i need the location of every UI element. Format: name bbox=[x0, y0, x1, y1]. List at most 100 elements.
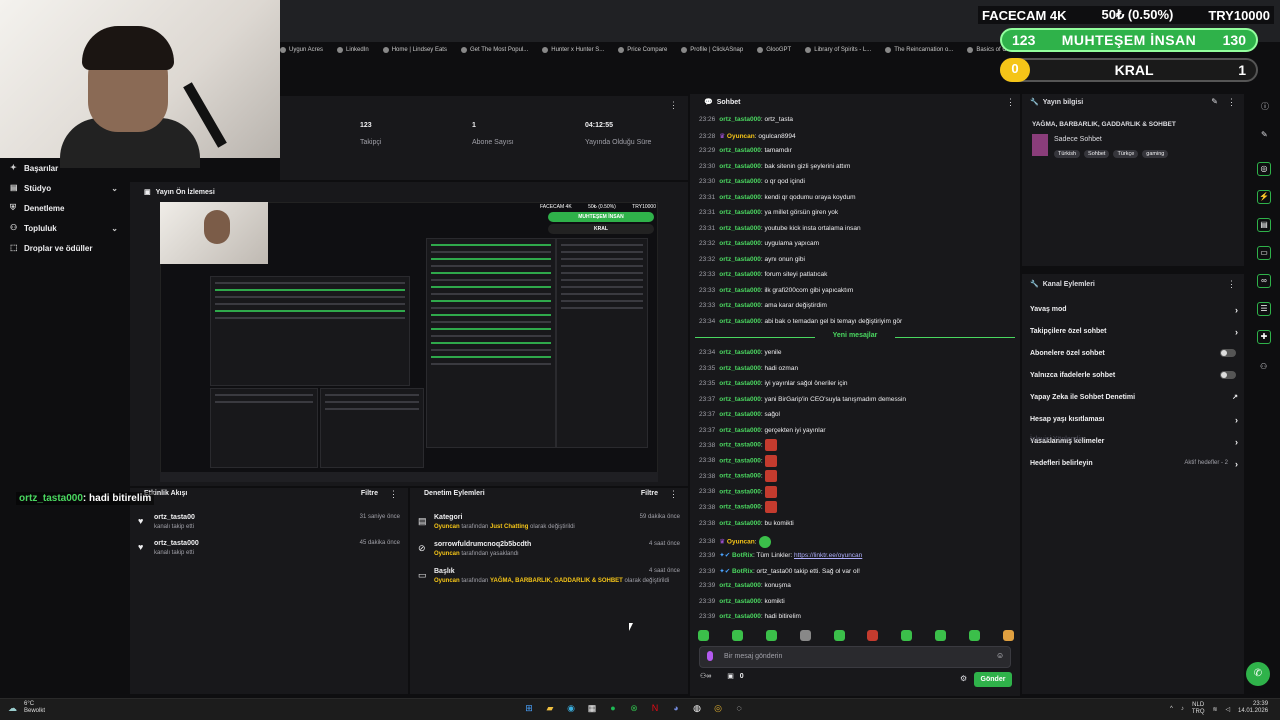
chat-username[interactable]: Oyuncan bbox=[727, 133, 755, 140]
bookmark-item[interactable]: Price Compare bbox=[618, 47, 667, 53]
channel-action-row[interactable]: Hedefleri belirleyin Aktif hedefler - 2 › bbox=[1030, 459, 1240, 469]
bookmark-item[interactable]: Home | Lindsey Eats bbox=[382, 47, 447, 53]
chat-username[interactable]: ortz_tasta000 bbox=[719, 473, 761, 480]
send-button[interactable]: Gönder bbox=[974, 672, 1012, 687]
start-icon[interactable]: ⊞ bbox=[522, 701, 536, 715]
mic-icon[interactable] bbox=[707, 651, 713, 661]
chat-username[interactable]: ortz_tasta000 bbox=[719, 396, 761, 403]
emote[interactable] bbox=[698, 630, 709, 641]
emote[interactable] bbox=[935, 630, 947, 641]
more-icon[interactable]: ⋮ bbox=[389, 489, 398, 500]
emote[interactable] bbox=[799, 630, 811, 641]
chat-username[interactable]: ortz_tasta000 bbox=[719, 271, 761, 278]
edit-icon[interactable]: ✎ bbox=[1211, 97, 1218, 106]
toggle-switch[interactable] bbox=[1220, 349, 1236, 357]
chat-username[interactable]: Oyuncan bbox=[727, 538, 755, 545]
channel-action-row[interactable]: Yapay Zeka ile Sohbet Denetimi ↗ bbox=[1030, 394, 1240, 401]
settings-icon[interactable]: ⚙ bbox=[960, 674, 967, 683]
bookmark-item[interactable]: Uygun Acres bbox=[280, 47, 323, 53]
users-icon[interactable]: ⚇ bbox=[1260, 362, 1267, 371]
doc-icon[interactable]: ▤ bbox=[1257, 218, 1271, 232]
sidebar-item[interactable]: ⬚ Droplar ve ödüller bbox=[0, 238, 128, 258]
link-icon[interactable]: ∞ bbox=[1257, 274, 1271, 288]
explorer-icon[interactable]: ▰ bbox=[543, 701, 557, 715]
chat-username[interactable]: ortz_tasta000 bbox=[719, 147, 761, 154]
moderation-filter-button[interactable]: Filtre bbox=[641, 490, 658, 497]
bookmark-item[interactable]: The Reincarnation o... bbox=[885, 47, 953, 53]
chat-username[interactable]: ortz_tasta000 bbox=[719, 225, 761, 232]
edge-icon[interactable]: ◉ bbox=[564, 701, 578, 715]
volume-icon[interactable]: ◁ bbox=[1226, 706, 1231, 713]
chat-username[interactable]: ortz_tasta000 bbox=[719, 488, 761, 495]
emote[interactable] bbox=[867, 630, 879, 641]
obs-icon[interactable]: ◌ bbox=[732, 701, 746, 715]
chat-username[interactable]: ortz_tasta000 bbox=[719, 302, 761, 309]
more-icon[interactable]: ⋮ bbox=[1006, 97, 1015, 108]
emoji-icon[interactable]: ☺ bbox=[996, 651, 1004, 660]
chat-username[interactable]: ortz_tasta000 bbox=[719, 520, 761, 527]
mic-icon[interactable]: ♪ bbox=[1181, 706, 1184, 712]
chat-username[interactable]: BotRix bbox=[732, 568, 753, 575]
language-indicator[interactable]: NLD TRQ bbox=[1192, 702, 1205, 716]
chrome-icon[interactable]: ◎ bbox=[711, 701, 725, 715]
channel-action-row[interactable]: Hesap yaşı kısıtlaması › bbox=[1030, 415, 1240, 425]
chat-message-input[interactable]: Bir mesaj gönderin bbox=[699, 646, 1011, 668]
netflix-icon[interactable]: N bbox=[648, 701, 662, 715]
more-icon[interactable]: ⋮ bbox=[1227, 279, 1236, 290]
discord-icon[interactable]: ◕ bbox=[669, 701, 683, 715]
chat-username[interactable]: ortz_tasta000 bbox=[719, 163, 761, 170]
activity-filter-button[interactable]: Filtre bbox=[361, 490, 378, 497]
info-icon[interactable]: ⓘ bbox=[1261, 101, 1269, 112]
chat-username[interactable]: ortz_tasta000 bbox=[719, 240, 761, 247]
camera-icon[interactable]: ◎ bbox=[1257, 162, 1271, 176]
sidebar-item[interactable]: ⛨ Denetleme bbox=[0, 198, 128, 218]
bookmark-item[interactable]: LinkedIn bbox=[337, 47, 369, 53]
toggle-switch[interactable] bbox=[1220, 371, 1236, 379]
chat-link[interactable]: https://linktr.ee/oyuncan bbox=[794, 552, 862, 559]
bookmark-item[interactable]: Get The Most Popul... bbox=[460, 47, 528, 53]
channel-action-row[interactable]: Takipçilere özel sohbet › bbox=[1030, 327, 1240, 337]
sidebar-item[interactable]: ⚇ Topluluk ⌄ bbox=[0, 218, 128, 238]
chat-username[interactable]: ortz_tasta000 bbox=[719, 349, 761, 356]
emote[interactable] bbox=[1002, 630, 1014, 641]
chat-username[interactable]: ortz_tasta000 bbox=[719, 411, 761, 418]
taskbar-clock[interactable]: 23:39 14.01.2026 bbox=[1238, 701, 1268, 715]
more-icon[interactable]: ⋮ bbox=[1227, 97, 1236, 108]
chat-username[interactable]: ortz_tasta000 bbox=[719, 318, 761, 325]
chat-username[interactable]: ortz_tasta000 bbox=[719, 504, 761, 511]
chat-username[interactable]: ortz_tasta000 bbox=[719, 613, 761, 620]
channel-action-row[interactable]: Yavaş mod › bbox=[1030, 305, 1240, 315]
emote[interactable] bbox=[765, 630, 777, 641]
sidebar-item[interactable]: ▤ Stüdyo ⌄ bbox=[0, 178, 128, 198]
chat-username[interactable]: ortz_tasta000 bbox=[719, 116, 761, 123]
emote[interactable] bbox=[833, 630, 845, 641]
chat-username[interactable]: BotRix bbox=[732, 552, 753, 559]
chat-username[interactable]: ortz_tasta000 bbox=[719, 442, 761, 449]
spotify-icon[interactable]: ● bbox=[606, 701, 620, 715]
emote-bar[interactable] bbox=[698, 630, 1014, 642]
more-icon[interactable]: ⋮ bbox=[669, 489, 678, 500]
bookmark-item[interactable]: Profile | ClickASnap bbox=[681, 47, 743, 53]
channel-action-row[interactable]: Abonelere özel sohbet bbox=[1030, 349, 1240, 357]
list-icon[interactable]: ☰ bbox=[1257, 302, 1271, 316]
emote[interactable] bbox=[731, 630, 743, 641]
chat-username[interactable]: ortz_tasta000 bbox=[719, 582, 761, 589]
bookmark-item[interactable]: GlooGPT bbox=[757, 47, 791, 53]
chat-username[interactable]: ortz_tasta000 bbox=[719, 365, 761, 372]
xbox-icon[interactable]: ⊗ bbox=[627, 701, 641, 715]
bookmark-item[interactable]: Library of Spirits - L... bbox=[805, 47, 871, 53]
steam-icon[interactable]: ◍ bbox=[690, 701, 704, 715]
users-icon[interactable]: ⚇∞ bbox=[700, 673, 711, 680]
tool-icon[interactable]: ✚ bbox=[1257, 330, 1271, 344]
weather-widget[interactable]: 6°C Bewolkt bbox=[24, 701, 45, 715]
wifi-icon[interactable]: ≋ bbox=[1213, 706, 1218, 713]
support-chat-button[interactable]: ✆ bbox=[1246, 662, 1270, 686]
gift-icon[interactable]: ▣ bbox=[727, 673, 734, 680]
chat-username[interactable]: ortz_tasta000 bbox=[719, 194, 761, 201]
emote[interactable] bbox=[969, 630, 980, 641]
store-icon[interactable]: ▦ bbox=[585, 701, 599, 715]
chat-bubble-icon[interactable]: ▭ bbox=[1257, 246, 1271, 260]
channel-action-row[interactable]: Yalnızca ifadelerle sohbet bbox=[1030, 371, 1240, 379]
chat-username[interactable]: ortz_tasta000 bbox=[719, 457, 761, 464]
chevron-up-icon[interactable]: ^ bbox=[1170, 706, 1173, 712]
